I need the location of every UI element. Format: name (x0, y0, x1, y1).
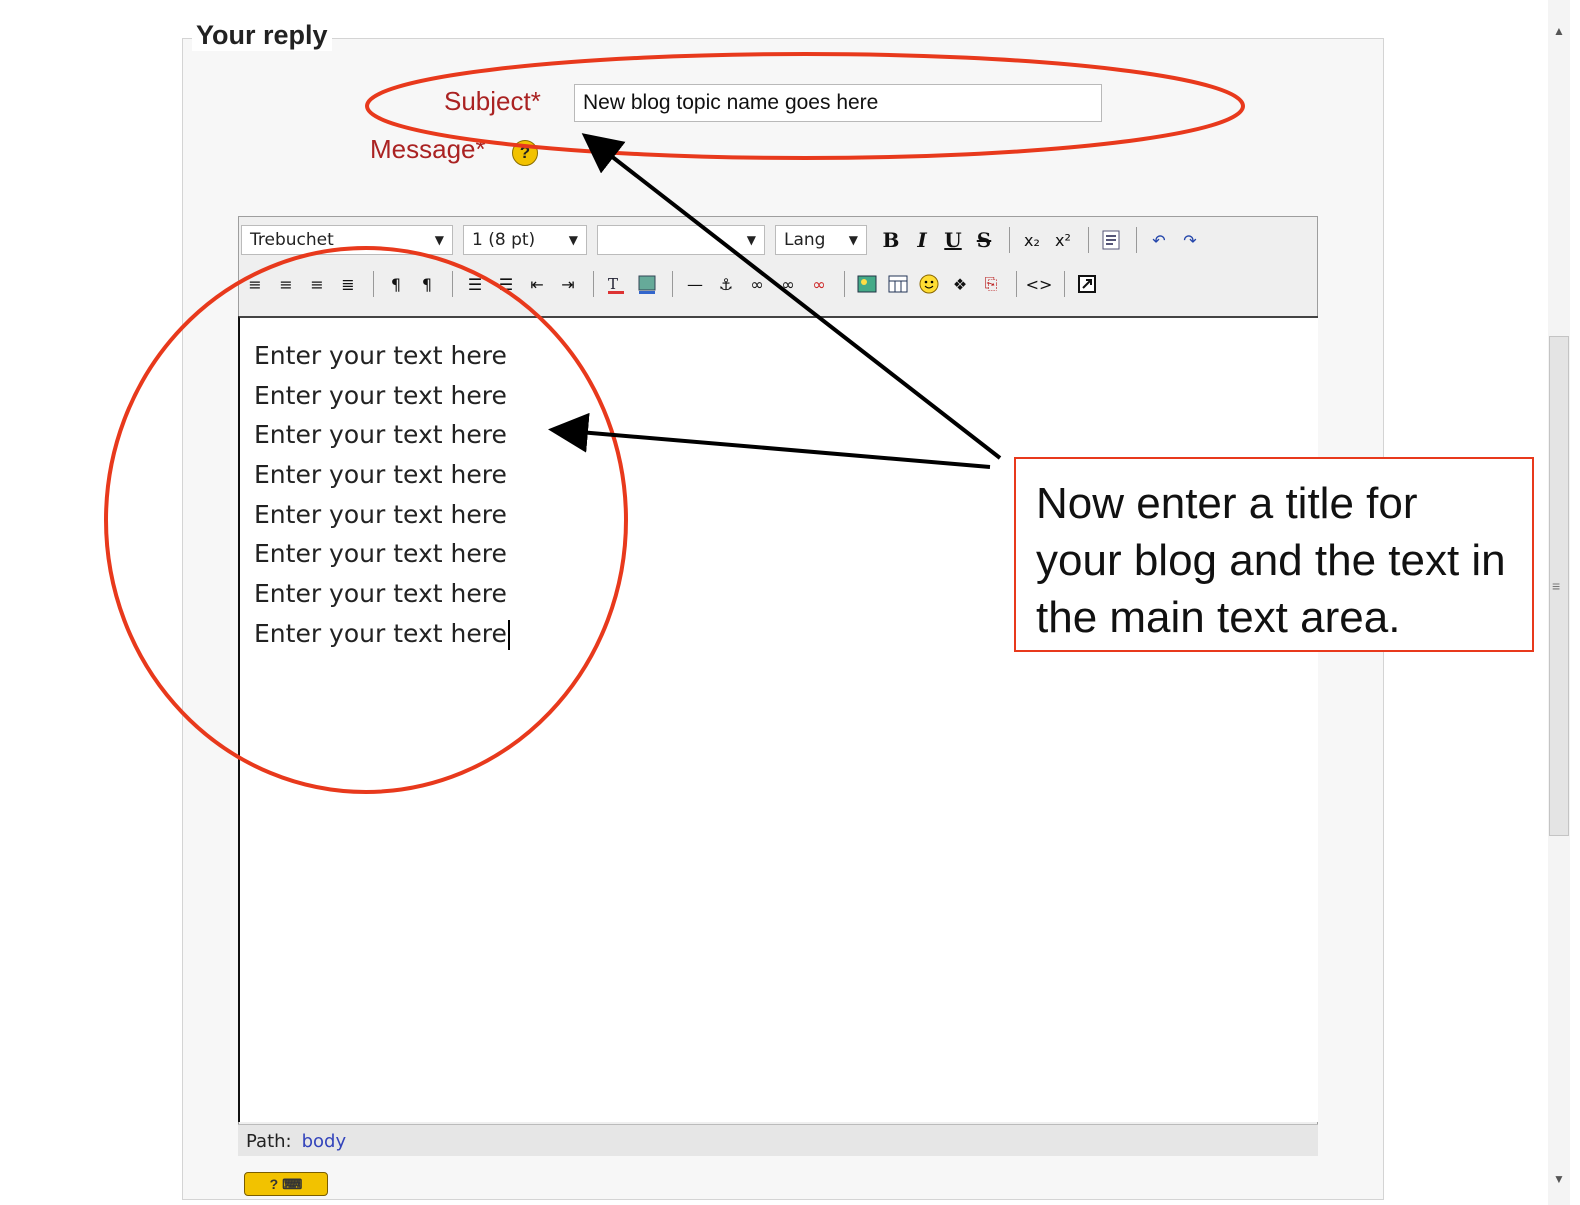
message-highlight-ellipse (104, 246, 628, 794)
annotation-callout: Now enter a title for your blog and the … (1014, 457, 1534, 652)
subject-highlight-ellipse (365, 52, 1245, 160)
arrow-to-subject (581, 133, 1002, 460)
